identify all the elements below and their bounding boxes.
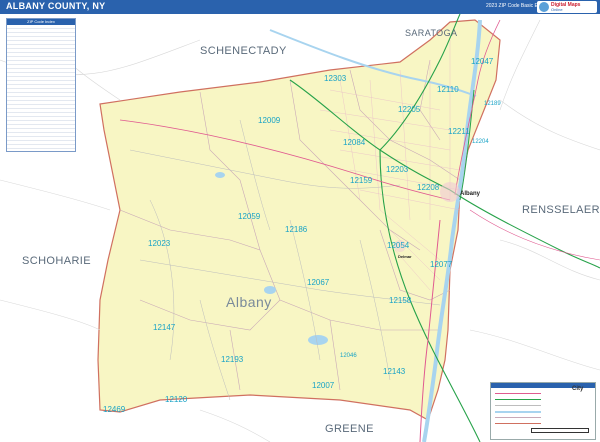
zip-label-12204: 12204 [472,139,489,145]
county-label-rensselaer: RENSSELAER [522,204,600,216]
zip-label-12046: 12046 [340,353,357,359]
zip-label-12023: 12023 [148,239,171,248]
zip-label-12303: 12303 [324,74,347,83]
legend-row-road [495,405,541,406]
zip-label-12158: 12158 [389,296,412,305]
zip-label-12193: 12193 [221,355,244,364]
zip-label-12059: 12059 [238,212,261,221]
zip-label-12159: 12159 [350,176,373,185]
map-canvas: SCHENECTADY SARATOGA RENSSELAER SCHOHARI… [0,13,600,442]
county-label-saratoga: SARATOGA [405,28,457,38]
zip-index-table: ZIP Code Index [6,18,76,152]
legend-row-interstate [495,399,541,400]
city-label-albany: Albany [460,191,481,197]
zip-label-12205: 12205 [398,105,421,114]
zip-label-12147: 12147 [153,323,176,332]
zip-label-12211: 12211 [448,127,470,136]
map-frame: ALBANY COUNTY, NY 2023 ZIP Code Basic Ed… [0,0,600,442]
index-row [7,145,75,149]
zip-label-12208: 12208 [417,183,440,192]
zip-label-12203: 12203 [386,165,409,174]
legend-row-zip-boundary [495,417,541,418]
legend-row-us-highway [495,393,541,394]
zip-label-12120: 12120 [165,395,188,404]
zip-label-12067: 12067 [307,278,330,287]
zip-label-12007: 12007 [312,381,335,390]
county-label-schoharie: SCHOHARIE [22,255,91,267]
legend-row-county-boundary [495,423,541,424]
scale-bar [531,428,589,433]
reservoir-2 [264,286,276,294]
reservoir-3 [215,172,225,178]
county-label-greene: GREENE [325,423,374,435]
zip-label-12084: 12084 [343,138,366,147]
county-label-albany: Albany [226,294,272,310]
city-label-delmar: Delmar [398,254,412,259]
albany-urban-core [440,182,460,202]
zip-label-12110: 12110 [437,85,459,94]
zip-label-12189: 12189 [484,101,501,107]
county-label-schenectady: SCHENECTADY [200,45,287,57]
zip-label-12054: 12054 [387,241,410,250]
legend-city-label: City [572,386,584,392]
legend-row-water [495,411,541,413]
zip-label-12009: 12009 [258,116,281,125]
zip-label-12143: 12143 [383,367,406,376]
zip-label-12047: 12047 [471,57,494,66]
reservoir-1 [308,335,328,345]
zip-label-12077: 12077 [430,260,453,269]
zip-label-12469: 12469 [103,405,126,414]
zip-label-12186: 12186 [285,225,308,234]
